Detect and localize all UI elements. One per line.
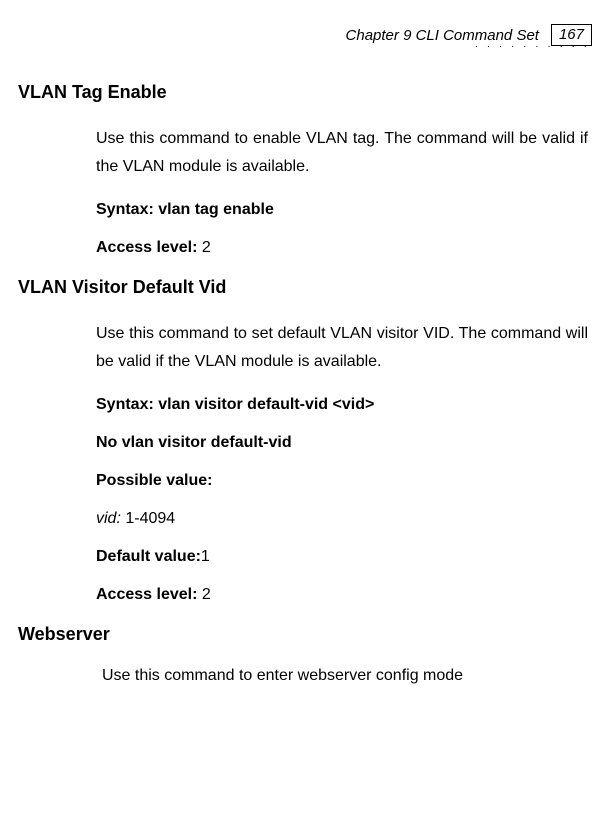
vlan-visitor-syntax-no: No vlan visitor default-vid [96,434,588,452]
access-level-value: 2 [202,586,211,603]
vlan-visitor-desc: Use this command to set default VLAN vis… [96,320,588,376]
header-dots: · · · · · · · · · · [18,44,592,54]
vlan-visitor-access: Access level: 2 [96,586,588,604]
vlan-tag-enable-access: Access level: 2 [96,239,588,257]
vlan-tag-enable-syntax: Syntax: vlan tag enable [96,201,588,219]
possible-value-label: Possible value: [96,472,588,490]
access-level-value: 2 [202,239,211,256]
vid-value: 1-4094 [125,510,175,527]
vlan-visitor-syntax: Syntax: vlan visitor default-vid <vid> [96,396,588,414]
access-level-label: Access level: [96,586,202,603]
section-body-vlan-tag-enable: Use this command to enable VLAN tag. The… [96,125,588,257]
access-level-label: Access level: [96,239,202,256]
section-title-vlan-tag-enable: VLAN Tag Enable [18,82,592,103]
page-header: Chapter 9 CLI Command Set 167 · · · · · … [18,24,592,54]
section-title-webserver: Webserver [18,624,592,645]
section-body-webserver: Use this command to enter webserver conf… [96,667,588,685]
webserver-desc: Use this command to enter webserver conf… [102,667,588,685]
vid-label: vid: [96,510,125,527]
default-value-line: Default value:1 [96,548,588,566]
vid-range: vid: 1-4094 [96,510,588,528]
vlan-tag-enable-desc: Use this command to enable VLAN tag. The… [96,125,588,181]
default-value-label: Default value: [96,548,201,565]
section-body-vlan-visitor-default-vid: Use this command to set default VLAN vis… [96,320,588,604]
page: Chapter 9 CLI Command Set 167 · · · · · … [0,0,610,831]
default-value: 1 [201,548,210,565]
section-title-vlan-visitor-default-vid: VLAN Visitor Default Vid [18,277,592,298]
